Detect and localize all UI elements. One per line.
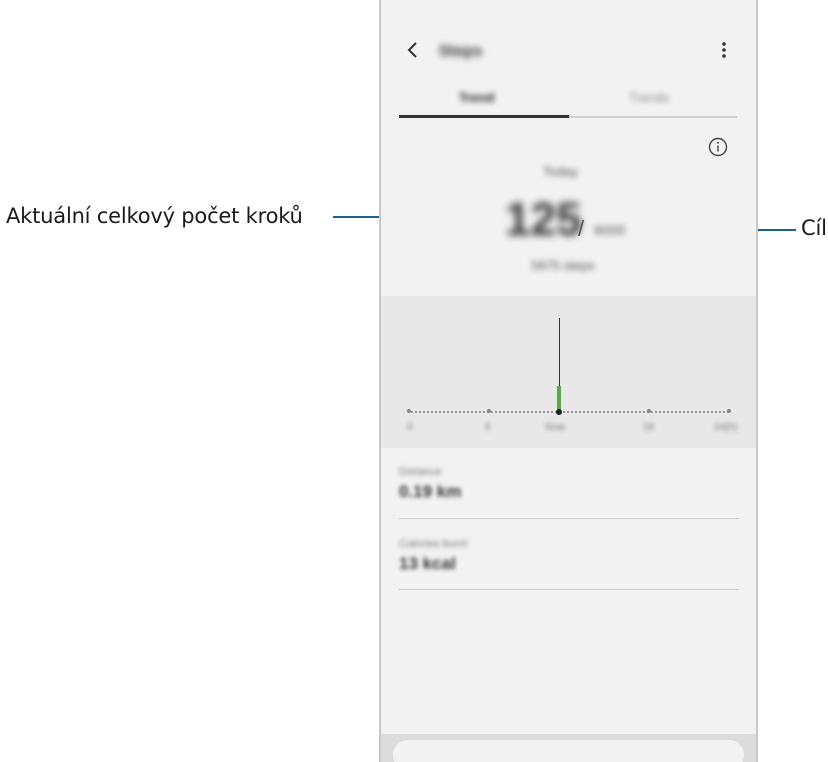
callout-current-total-steps: Aktuální celkový počet kroků bbox=[6, 204, 303, 228]
steps-remaining: 5875 steps bbox=[531, 258, 595, 273]
axis-tick bbox=[727, 409, 731, 413]
navigation-bar-area bbox=[381, 734, 756, 762]
axis-label: 18 bbox=[643, 422, 655, 433]
more-vertical-icon[interactable] bbox=[714, 40, 734, 60]
axis-tick bbox=[407, 409, 411, 413]
tab-trends[interactable]: Trends bbox=[629, 90, 669, 105]
current-steps-count: 125 bbox=[505, 193, 582, 245]
stat-label: Calories burnt bbox=[399, 538, 468, 550]
app-bar: Steps bbox=[381, 32, 756, 68]
graph-axis bbox=[408, 411, 729, 413]
callout-goal: Cíl bbox=[801, 216, 827, 240]
goal-value[interactable]: 6000 bbox=[594, 222, 625, 238]
axis-tick bbox=[647, 409, 651, 413]
steps-timeline-graph: 0 6 Now 18 24(h) bbox=[381, 296, 756, 448]
stat-value: 13 kcal bbox=[399, 554, 456, 573]
today-label: Today bbox=[543, 164, 578, 179]
axis-label: 0 bbox=[407, 422, 413, 433]
tab-active-indicator bbox=[399, 115, 569, 118]
count-goal-separator: / bbox=[578, 216, 585, 241]
bottom-sheet-edge bbox=[393, 740, 744, 762]
divider bbox=[399, 518, 739, 519]
steps-bar bbox=[557, 386, 561, 411]
axis-label: 24(h) bbox=[714, 422, 738, 433]
stat-label: Distance bbox=[399, 466, 442, 478]
tab-trend[interactable]: Trend bbox=[459, 90, 494, 105]
axis-label: 6 bbox=[485, 422, 491, 433]
stat-value: 0.19 km bbox=[399, 482, 462, 501]
axis-tick bbox=[487, 409, 491, 413]
phone-screen: Steps Trend Trends Today 125 / 6000 5875… bbox=[379, 0, 758, 762]
now-marker bbox=[556, 409, 562, 415]
chevron-left-icon[interactable] bbox=[403, 40, 423, 60]
divider bbox=[399, 589, 739, 590]
axis-label: Now bbox=[545, 422, 566, 433]
info-circle-icon[interactable] bbox=[707, 136, 729, 158]
page-title: Steps bbox=[439, 43, 483, 60]
